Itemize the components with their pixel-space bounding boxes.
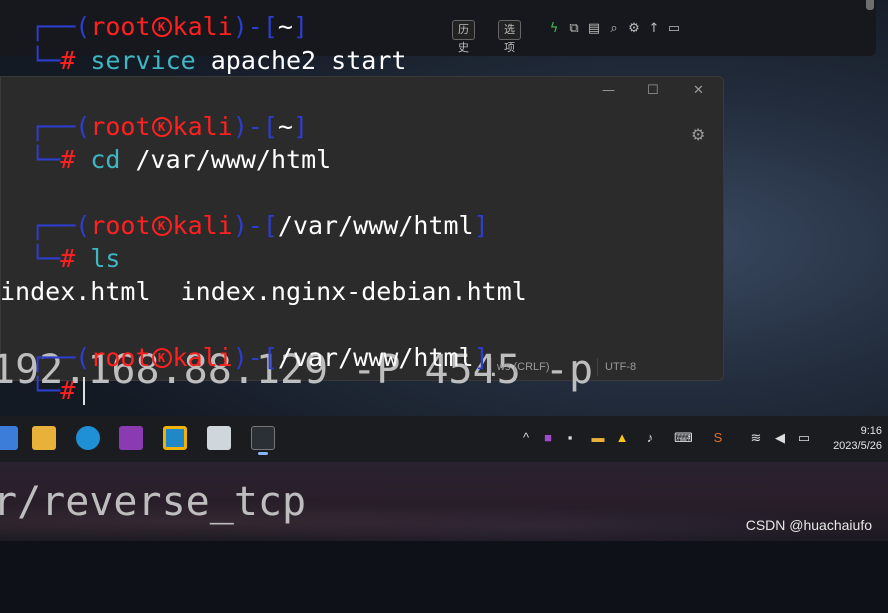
maximize-icon[interactable]: ☐ — [647, 83, 659, 98]
command-line: └─# service apache2 start — [0, 46, 407, 75]
close-icon[interactable]: ✕ — [693, 83, 704, 98]
copy-icon[interactable]: ⧉ — [566, 21, 582, 37]
prompt-host: kali — [172, 343, 233, 372]
notepad-text-line: r/reverse_tcp — [0, 479, 307, 525]
microphone-icon[interactable]: ♪ — [642, 430, 658, 446]
command-name: cd — [90, 145, 121, 174]
prompt-path: /var/www/html — [277, 343, 474, 372]
paste-icon[interactable]: ▤ — [586, 21, 602, 37]
prompt-symbol: # — [60, 145, 76, 174]
terminal-scrollbar[interactable] — [866, 0, 874, 10]
arrow-up-icon[interactable]: ↑ — [646, 21, 662, 37]
ls-output: index.html index.nginx-debian.html — [0, 277, 527, 306]
kali-logo-icon — [151, 117, 172, 137]
prompt-path: ~ — [277, 12, 293, 41]
system-clock[interactable]: 9:16 2023/5/26 — [833, 424, 882, 454]
terminal-app-icon[interactable] — [251, 426, 275, 455]
prompt-header-line: ┌──(rootkali)-[~] — [0, 12, 308, 42]
command-args: /var/www/html — [120, 145, 332, 174]
command-name: service — [90, 46, 196, 75]
volume-icon[interactable]: ◀ — [772, 430, 788, 446]
prompt-user: root — [90, 343, 151, 372]
status-encoding: UTF-8 — [605, 361, 637, 373]
history-button[interactable]: 历史 — [452, 20, 475, 54]
status-divider — [597, 358, 598, 376]
start-icon[interactable] — [0, 426, 18, 450]
edge-icon[interactable] — [76, 426, 100, 450]
lightning-icon[interactable]: ϟ — [546, 21, 562, 37]
kali-logo-icon — [151, 216, 172, 236]
csdn-watermark: CSDN @huachaiufo — [745, 517, 872, 533]
warning-tray-icon[interactable]: ▲ — [614, 430, 630, 446]
prompt-host: kali — [172, 12, 233, 41]
window-icon[interactable]: ▭ — [666, 21, 682, 37]
prompt-header-line: ┌──(rootkali)-[/var/www/html] — [0, 211, 489, 241]
prompt-header-line: ┌──(rootkali)-[/var/www/html] — [0, 343, 489, 373]
prompt-header-line: ┌──(rootkali)-[~] — [0, 112, 308, 142]
status-divider — [491, 358, 492, 376]
command-line[interactable]: └─# — [0, 376, 86, 406]
text-cursor — [83, 377, 86, 405]
command-args: apache2 start — [195, 46, 407, 75]
onenote-tray-icon[interactable]: ■ — [540, 430, 556, 446]
prompt-symbol: # — [60, 46, 76, 75]
prompt-user: root — [90, 112, 151, 141]
settings-gear-icon[interactable]: ⚙ — [691, 125, 705, 144]
clock-time: 9:16 — [860, 425, 882, 437]
minimize-icon[interactable]: — — [602, 83, 615, 98]
ime-icon[interactable]: S — [710, 430, 726, 446]
gear-icon[interactable]: ⚙ — [626, 21, 642, 37]
options-button[interactable]: 选项 — [498, 20, 521, 54]
prompt-host: kali — [172, 211, 233, 240]
prompt-host: kali — [172, 112, 233, 141]
wifi-icon[interactable]: ≋ — [748, 430, 764, 446]
prompt-user: root — [90, 12, 151, 41]
tray-app-icon[interactable]: ▪ — [562, 430, 578, 446]
onenote-icon[interactable] — [119, 426, 143, 450]
search-icon[interactable]: ⌕ — [606, 21, 622, 37]
kali-logo-icon — [151, 17, 172, 37]
file-explorer-icon[interactable] — [32, 426, 56, 450]
prompt-user: root — [90, 211, 151, 240]
prompt-path: ~ — [277, 112, 293, 141]
battery-icon[interactable]: ▭ — [796, 430, 812, 446]
notepad-app-icon[interactable] — [207, 426, 231, 450]
clock-date: 2023/5/26 — [833, 440, 882, 452]
prompt-path: /var/www/html — [277, 211, 474, 240]
prompt-symbol: # — [60, 376, 76, 405]
app-icon[interactable] — [163, 426, 187, 450]
keyboard-icon[interactable]: ⌨ — [674, 430, 693, 446]
taskbar: ^ ■ ▪ ▬ ▲ ♪ ⌨ S ≋ ◀ ▭ 9:16 2023/5/26 — [0, 416, 888, 462]
command-line: └─# cd /var/www/html — [0, 145, 332, 174]
prompt-symbol: # — [60, 244, 76, 273]
folder-tray-icon[interactable]: ▬ — [590, 430, 606, 446]
kali-logo-icon — [151, 348, 172, 368]
command-name: ls — [90, 244, 121, 273]
command-line: └─# ls — [0, 244, 121, 273]
chevron-up-icon[interactable]: ^ — [518, 430, 534, 446]
status-line-ending: ws (CRLF) — [497, 361, 550, 373]
